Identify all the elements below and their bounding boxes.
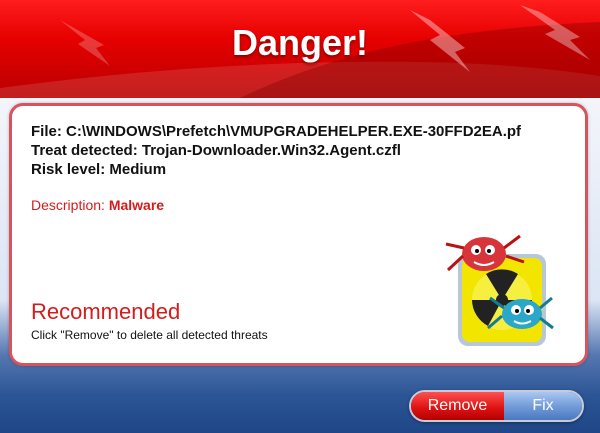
- radioactive-bugs-icon: [445, 234, 554, 346]
- fix-button[interactable]: Fix: [504, 392, 582, 420]
- remove-button[interactable]: Remove: [411, 392, 504, 420]
- description-value: Malware: [108, 197, 165, 213]
- threat-details: File: C:\WINDOWS\Prefetch\VMUPGRADEHELPE…: [31, 122, 521, 179]
- treat-detected: Treat detected: Trojan-Downloader.Win32.…: [31, 142, 401, 159]
- header-title: Danger!: [231, 22, 369, 63]
- header-banner: Danger!: [0, 0, 600, 98]
- recommended-title: Recommended: [31, 299, 181, 324]
- description-label: Description:: [31, 197, 105, 213]
- file-path: File: C:\WINDOWS\Prefetch\VMUPGRADEHELPE…: [31, 123, 522, 140]
- description: Description: Malware: [31, 197, 164, 213]
- details-panel: File: C:\WINDOWS\Prefetch\VMUPGRADEHELPE…: [9, 103, 588, 366]
- recommended-text: Click "Remove" to delete all detected th…: [31, 328, 268, 342]
- action-buttons: Remove Fix: [409, 390, 584, 422]
- risk-level: Risk level: Medium: [31, 161, 167, 178]
